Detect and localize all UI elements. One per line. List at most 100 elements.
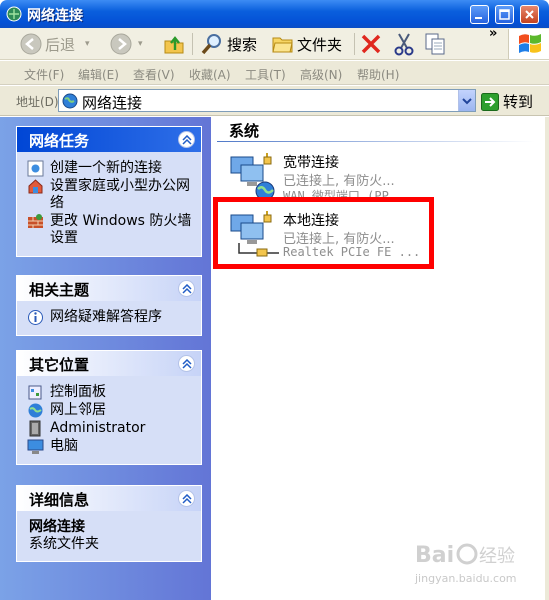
baidu-logo-icon: Bai 经验 xyxy=(415,543,515,568)
highlight-box xyxy=(213,197,434,269)
back-label: 后退 xyxy=(45,35,76,54)
firewall-icon xyxy=(28,214,43,228)
address-value: 网络连接 xyxy=(82,94,143,112)
collapse-chevron-icon[interactable] xyxy=(178,280,195,297)
collapse-chevron-icon[interactable] xyxy=(178,131,195,148)
watermark-text: jingyan.baidu.com xyxy=(415,572,517,585)
up-folder-button[interactable] xyxy=(163,31,185,57)
user-folder-icon xyxy=(29,420,41,437)
menu-bar: 文件(F) 编辑(E) 查看(V) 收藏(A) 工具(T) 高级(N) 帮助(H… xyxy=(0,61,549,85)
task-pane: 网络任务 创建一个新的连接 设置家庭或小型办公网络 更改 Windows 防火墙… xyxy=(0,117,211,600)
create-connection-link[interactable]: 创建一个新的连接 xyxy=(27,160,193,177)
scissors-icon xyxy=(394,33,414,56)
collapse-chevron-icon[interactable] xyxy=(178,490,195,507)
folders-label: 文件夹 xyxy=(297,35,343,54)
details-title: 详细信息 xyxy=(29,491,90,509)
toolbar-overflow-chevron[interactable]: » xyxy=(489,26,497,41)
address-label: 地址(D) xyxy=(16,95,59,109)
group-title: 系统 xyxy=(229,122,260,140)
related-topics-panel: 相关主题 网络疑难解答程序 xyxy=(16,275,202,336)
forward-arrow-icon xyxy=(110,33,132,55)
menu-edit[interactable]: 编辑(E) xyxy=(78,66,119,83)
menu-advanced[interactable]: 高级(N) xyxy=(300,66,342,83)
details-body: 网络连接 系统文件夹 xyxy=(17,511,201,561)
network-folder-icon xyxy=(6,6,22,22)
details-type: 系统文件夹 xyxy=(29,536,99,552)
copy-icon xyxy=(425,33,445,55)
delete-x-icon xyxy=(361,34,381,54)
delete-button[interactable] xyxy=(360,31,382,57)
folders-button[interactable]: 文件夹 xyxy=(272,31,342,57)
scrollbar[interactable] xyxy=(545,117,549,600)
network-tasks-header[interactable]: 网络任务 xyxy=(17,127,201,152)
search-button[interactable]: 搜索 xyxy=(200,31,257,57)
details-panel: 详细信息 网络连接 系统文件夹 xyxy=(16,485,202,562)
toolbar: 后退 ▾ ▾ 搜索 文件夹 » xyxy=(0,26,549,60)
menu-favorites[interactable]: 收藏(A) xyxy=(189,66,231,83)
firewall-settings-link[interactable]: 更改 Windows 防火墙设置 xyxy=(27,213,193,247)
go-arrow-icon xyxy=(481,92,499,111)
address-input[interactable]: 网络连接 xyxy=(58,89,476,112)
address-bar: 地址(D) 网络连接 转到 xyxy=(0,86,549,116)
chevron-down-icon xyxy=(462,98,472,105)
up-folder-icon xyxy=(164,36,184,54)
search-icon xyxy=(201,34,221,55)
details-header[interactable]: 详细信息 xyxy=(17,486,201,511)
svg-text:Bai: Bai xyxy=(415,543,454,568)
title-bar: 网络连接 xyxy=(0,0,549,28)
address-dropdown-button[interactable] xyxy=(458,90,475,111)
related-topics-body: 网络疑难解答程序 xyxy=(17,301,201,335)
chevron-down-icon[interactable]: ▾ xyxy=(85,39,90,49)
network-troubleshooter-link[interactable]: 网络疑难解答程序 xyxy=(27,309,193,326)
windows-logo xyxy=(508,29,549,59)
collapse-chevron-icon[interactable] xyxy=(178,355,195,372)
other-places-body: 控制面板 网上邻居 Administrator 电脑 xyxy=(17,376,201,464)
broadband-connection-icon xyxy=(230,153,275,201)
menu-file[interactable]: 文件(F) xyxy=(24,66,64,83)
maximize-icon xyxy=(499,9,510,20)
details-name: 网络连接 xyxy=(29,519,85,535)
menu-help[interactable]: 帮助(H) xyxy=(357,66,399,83)
network-places-icon xyxy=(28,403,43,418)
search-label: 搜索 xyxy=(227,35,258,54)
svg-text:经验: 经验 xyxy=(479,546,515,567)
administrator-folder-link[interactable]: Administrator xyxy=(27,420,193,437)
setup-home-network-link[interactable]: 设置家庭或小型办公网络 xyxy=(27,178,193,212)
info-icon xyxy=(28,310,43,325)
control-panel-icon xyxy=(28,385,42,400)
go-label: 转到 xyxy=(503,93,534,111)
computer-icon xyxy=(27,439,44,454)
cut-button[interactable] xyxy=(393,31,415,57)
toolbar-separator xyxy=(192,33,193,55)
connection-name: 宽带连接 xyxy=(283,155,339,171)
other-places-header[interactable]: 其它位置 xyxy=(17,351,201,376)
group-divider xyxy=(217,141,535,142)
close-icon xyxy=(525,10,534,19)
menu-view[interactable]: 查看(V) xyxy=(133,66,175,83)
network-tasks-body: 创建一个新的连接 设置家庭或小型办公网络 更改 Windows 防火墙设置 xyxy=(17,152,201,256)
windows-flag-icon xyxy=(519,34,541,53)
related-topics-title: 相关主题 xyxy=(29,281,90,299)
minimize-button[interactable] xyxy=(470,5,489,24)
go-button[interactable]: 转到 xyxy=(481,91,533,112)
toolbar-separator xyxy=(354,33,355,55)
connections-view: 系统 宽带连接 已连接上, 有防火... WAN 微型端口 (PP... 本地连… xyxy=(211,117,549,600)
control-panel-link[interactable]: 控制面板 xyxy=(27,384,193,401)
close-button[interactable] xyxy=(520,5,539,24)
window-title: 网络连接 xyxy=(27,8,83,24)
network-tasks-panel: 网络任务 创建一个新的连接 设置家庭或小型办公网络 更改 Windows 防火墙… xyxy=(16,126,202,257)
back-button[interactable]: 后退 ▾ xyxy=(20,31,90,57)
network-places-link[interactable]: 网上邻居 xyxy=(27,402,193,419)
related-topics-header[interactable]: 相关主题 xyxy=(17,276,201,301)
new-connection-icon xyxy=(27,160,44,177)
copy-button[interactable] xyxy=(424,31,446,57)
chevron-down-icon[interactable]: ▾ xyxy=(138,39,143,49)
maximize-button[interactable] xyxy=(495,5,514,24)
menu-tools[interactable]: 工具(T) xyxy=(245,66,286,83)
minimize-icon xyxy=(475,17,482,19)
watermark: Bai 经验 jingyan.baidu.com xyxy=(415,538,545,596)
network-globe-icon xyxy=(62,93,78,109)
computer-link[interactable]: 电脑 xyxy=(27,438,193,455)
forward-button[interactable]: ▾ xyxy=(110,31,143,57)
network-tasks-title: 网络任务 xyxy=(29,132,90,150)
